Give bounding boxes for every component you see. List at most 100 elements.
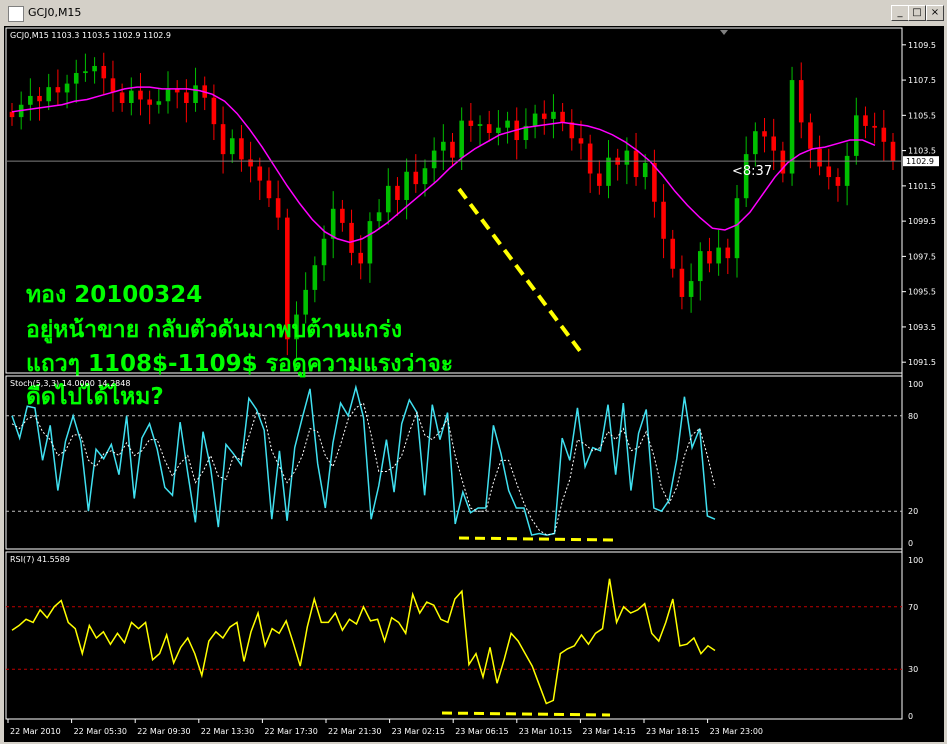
price-tick-label: 1107.5 — [908, 76, 936, 85]
candle-body — [688, 281, 694, 297]
candle-body — [138, 90, 143, 100]
candle-body — [734, 198, 740, 259]
price-tick-label: 1105.5 — [908, 111, 936, 120]
time-axis-label: 22 Mar 05:30 — [74, 727, 127, 736]
candle-body — [395, 185, 400, 200]
oscillator-tick-label: 70 — [908, 603, 918, 612]
candle-body — [670, 238, 676, 269]
price-tick-label: 1101.5 — [908, 182, 936, 191]
time-axis-label: 22 Mar 2010 — [10, 727, 61, 736]
candle-body — [9, 111, 15, 118]
rsi-divergence-dash — [441, 711, 611, 717]
candle-body — [413, 171, 419, 185]
candle-body — [707, 251, 712, 264]
candle-body — [450, 141, 455, 158]
maximize-button[interactable]: □ — [908, 5, 926, 21]
candle-body — [560, 111, 565, 123]
oscillator-tick-label: 20 — [908, 507, 918, 516]
time-axis-label: 23 Mar 23:00 — [710, 727, 763, 736]
chart-area[interactable]: GCJ0,M15 1103.3 1103.5 1102.9 1102.9 1109… — [4, 26, 944, 742]
candle-body — [532, 113, 538, 126]
candle-body — [642, 162, 648, 178]
pane-border — [5, 551, 903, 720]
candle-body — [358, 252, 364, 264]
candle-body — [266, 180, 272, 199]
price-tick-label: 1095.5 — [908, 288, 936, 297]
candle-body — [716, 247, 721, 264]
candle-body — [762, 131, 767, 137]
scroll-arrow-icon — [720, 30, 728, 35]
candle-body — [37, 95, 42, 102]
candle-body — [853, 115, 859, 156]
candle-body — [404, 171, 409, 200]
chart-window-icon — [8, 6, 24, 22]
oscillator-tick-label: 0 — [908, 712, 913, 721]
candle-body — [459, 120, 464, 158]
candle-body — [184, 92, 189, 103]
chart-svg: GCJ0,M15 1103.3 1103.5 1102.9 1102.9 1109… — [5, 27, 939, 736]
candle-body — [165, 88, 171, 102]
candle-body — [835, 177, 841, 186]
candle-body — [753, 131, 758, 155]
price-tick-label: 1109.5 — [908, 41, 936, 50]
price-tick-label: 1093.5 — [908, 323, 936, 332]
candle-body — [156, 101, 162, 105]
candle-body — [129, 90, 134, 103]
time-axis-label: 22 Mar 13:30 — [201, 727, 254, 736]
candle-body — [376, 212, 382, 222]
oscillator-tick-label: 80 — [908, 412, 918, 421]
candle-body — [101, 65, 107, 79]
candle-body — [193, 85, 198, 103]
oscillator-header: RSI(7) 41.5589 — [10, 555, 70, 564]
oscillator-tick-label: 0 — [908, 539, 913, 548]
candle-body — [606, 157, 611, 186]
price-tick-label: 1097.5 — [908, 252, 936, 261]
candle-body — [798, 80, 804, 123]
time-axis-label: 23 Mar 02:15 — [392, 727, 445, 736]
candle-body — [505, 120, 510, 128]
candle-body — [817, 148, 822, 167]
candle-body — [367, 221, 373, 264]
candle-body — [587, 143, 593, 174]
oscillator-tick-label: 30 — [908, 665, 918, 674]
candle-body — [486, 124, 492, 133]
candle-body — [477, 124, 483, 126]
candle-body — [863, 115, 868, 126]
candle-body — [119, 92, 125, 103]
time-axis-label: 22 Mar 09:30 — [137, 727, 190, 736]
candle-body — [496, 127, 501, 133]
candle-body — [624, 150, 630, 165]
price-tick-label: 1091.5 — [908, 358, 936, 367]
minimize-button[interactable]: _ — [891, 5, 909, 21]
candle-body — [578, 138, 584, 144]
candle-body — [422, 168, 428, 185]
close-button[interactable]: × — [926, 5, 944, 21]
stoch-divergence-dash — [458, 536, 615, 542]
candle-body — [73, 73, 79, 84]
candle-body — [92, 65, 97, 72]
candle-body — [257, 166, 263, 181]
trend-dash-line — [457, 187, 582, 353]
time-axis-label: 23 Mar 10:15 — [519, 727, 572, 736]
window-title: GCJ0,M15 — [28, 6, 82, 19]
annotation-line-1: ทอง 20100324 — [26, 282, 202, 308]
candle-body — [679, 268, 685, 297]
candle-body — [661, 201, 666, 239]
time-axis-label: 22 Mar 17:30 — [264, 727, 317, 736]
candle-body — [321, 238, 327, 266]
candle-body — [248, 159, 253, 167]
candle-body — [229, 138, 235, 155]
annotation-line-3: แถวๆ 1108$-1109$ รอดูความแรงว่าจะ — [26, 351, 453, 378]
candle-body — [303, 289, 308, 315]
candle-body — [826, 166, 832, 178]
candle-body — [110, 78, 116, 93]
candle-body — [220, 124, 226, 155]
price-tick-label: 1099.5 — [908, 217, 936, 226]
candle-body — [330, 208, 336, 239]
candle-body — [46, 87, 52, 102]
candle-body — [275, 198, 281, 218]
candle-body — [385, 185, 391, 213]
candle-body — [541, 113, 547, 119]
candle-body — [725, 247, 731, 259]
candle-body — [239, 138, 244, 160]
